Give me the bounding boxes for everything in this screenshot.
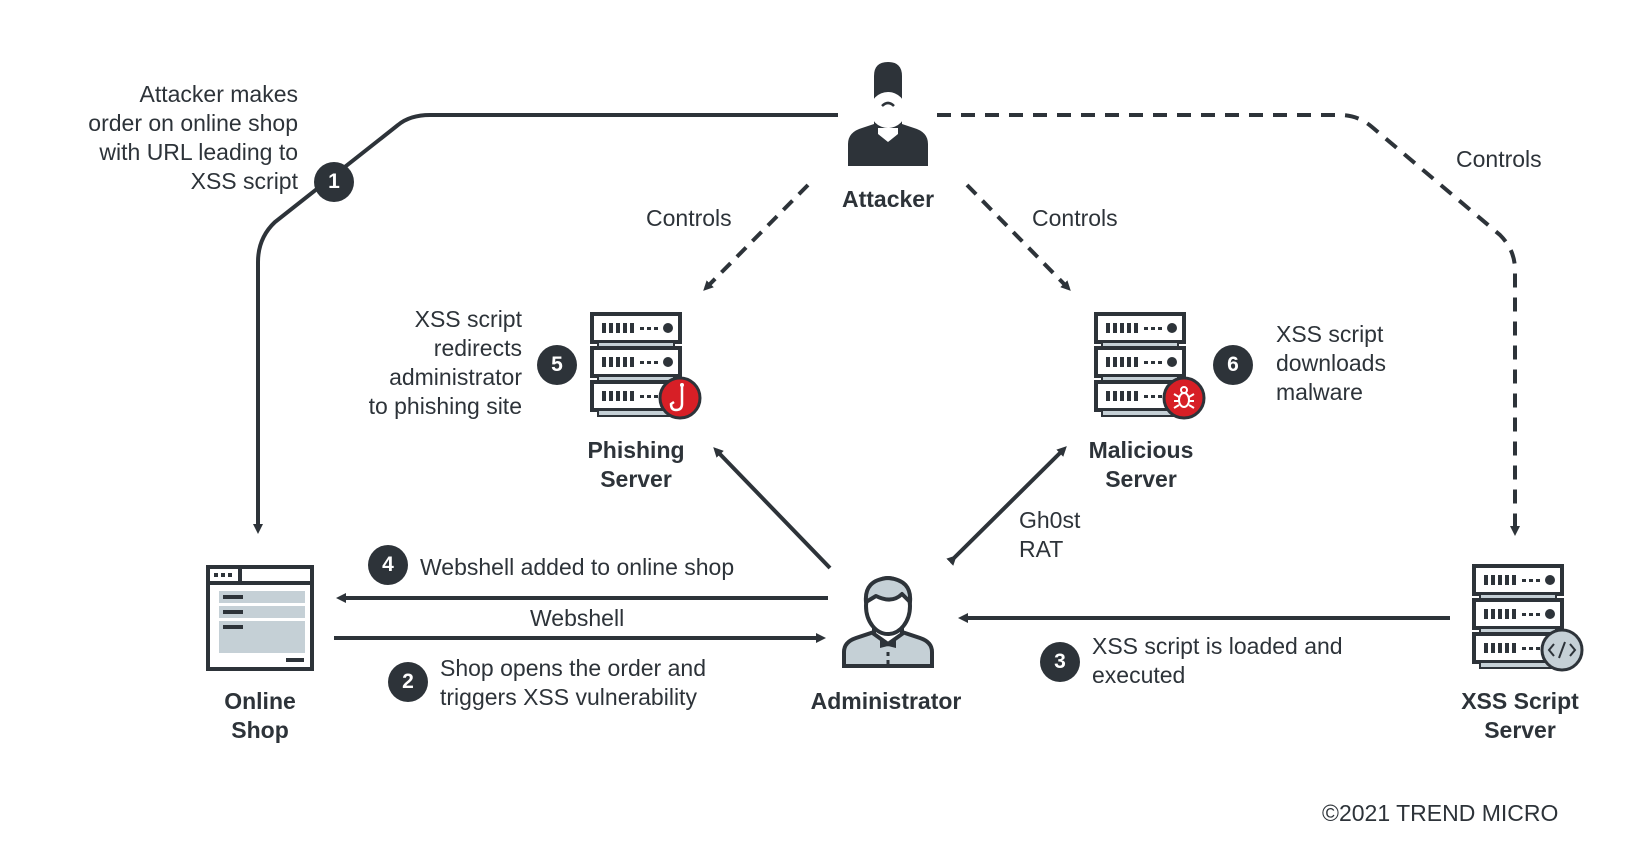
hooded-attacker-icon (848, 62, 928, 166)
step-4-text: Webshell added to online shop (420, 553, 734, 582)
step-1-line: order on online shop (88, 110, 298, 136)
xss-script-server-label-line1: XSS Script (1461, 688, 1579, 714)
step-1-line: with URL leading to (99, 139, 298, 165)
step-5-line: XSS script (414, 306, 522, 332)
step-6-line: malware (1276, 379, 1363, 405)
step-2-line: Shop opens the order and (440, 655, 706, 681)
xss-script-server-label: XSS Script Server (1440, 687, 1600, 745)
controls-label-mid: Controls (1032, 205, 1118, 231)
malicious-server-icon (1096, 314, 1206, 420)
edge-admin-to-phishing (713, 447, 832, 570)
xss-script-server-icon (1474, 566, 1584, 672)
edge-attacker-controls-xss-server (937, 113, 1520, 536)
step-badge-2: 2 (388, 662, 428, 702)
step-badge-4: 4 (368, 545, 408, 585)
online-shop-label: Online Shop (200, 687, 320, 745)
step-3-text: XSS script is loaded and executed (1092, 632, 1343, 690)
online-shop-label-line1: Online (224, 688, 296, 714)
step-badge-6: 6 (1213, 345, 1253, 385)
administrator-label: Administrator (810, 688, 962, 714)
edge-attacker-controls-malicious (965, 183, 1071, 291)
copyright-footer: ©2021 TREND MICRO (1322, 800, 1559, 826)
step-3-line: executed (1092, 662, 1186, 688)
online-shop-label-line2: Shop (231, 717, 289, 743)
step-4-line: Webshell added to online shop (420, 554, 735, 580)
gh0st-rat-line2: RAT (1019, 536, 1064, 562)
phishing-server-label: Phishing Server (576, 436, 696, 494)
step-3-line: XSS script is loaded and (1092, 633, 1343, 659)
step-1-text: Attacker makes order on online shop with… (40, 80, 298, 196)
step-2-text: Shop opens the order and triggers XSS vu… (440, 654, 706, 712)
phishing-server-label-line1: Phishing (587, 437, 685, 463)
step-badge-3: 3 (1040, 642, 1080, 682)
step-2-line: triggers XSS vulnerability (440, 684, 697, 710)
controls-label-left: Controls (646, 205, 732, 231)
step-5-text: XSS script redirects administrator to ph… (300, 305, 522, 421)
step-badge-5: 5 (537, 345, 577, 385)
step-5-line: administrator (389, 364, 522, 390)
browser-window-icon (206, 565, 314, 671)
step-1-line: XSS script (190, 168, 298, 194)
controls-label-right: Controls (1456, 146, 1542, 172)
malicious-server-label-line2: Server (1105, 466, 1177, 492)
xss-script-server-label-line2: Server (1484, 717, 1556, 743)
step-6-line: XSS script (1276, 321, 1384, 347)
admin-user-icon (842, 576, 934, 668)
malicious-server-label-line1: Malicious (1088, 437, 1194, 463)
step-5-line: to phishing site (368, 393, 522, 419)
malicious-server-label: Malicious Server (1071, 436, 1211, 494)
phishing-server-icon (592, 314, 702, 420)
step-1-line: Attacker makes (139, 81, 299, 107)
step-6-line: downloads (1276, 350, 1386, 376)
gh0st-rat-line1: Gh0st (1019, 507, 1081, 533)
step-badge-1: 1 (314, 162, 354, 202)
attacker-label: Attacker (841, 186, 935, 212)
step-6-text: XSS script downloads malware (1276, 320, 1386, 407)
step-5-line: redirects (433, 335, 522, 361)
gh0st-rat-label: Gh0st RAT (1019, 506, 1080, 564)
webshell-label: Webshell (530, 605, 625, 631)
edge-attacker-controls-phishing (703, 183, 810, 291)
phishing-server-label-line2: Server (600, 466, 672, 492)
